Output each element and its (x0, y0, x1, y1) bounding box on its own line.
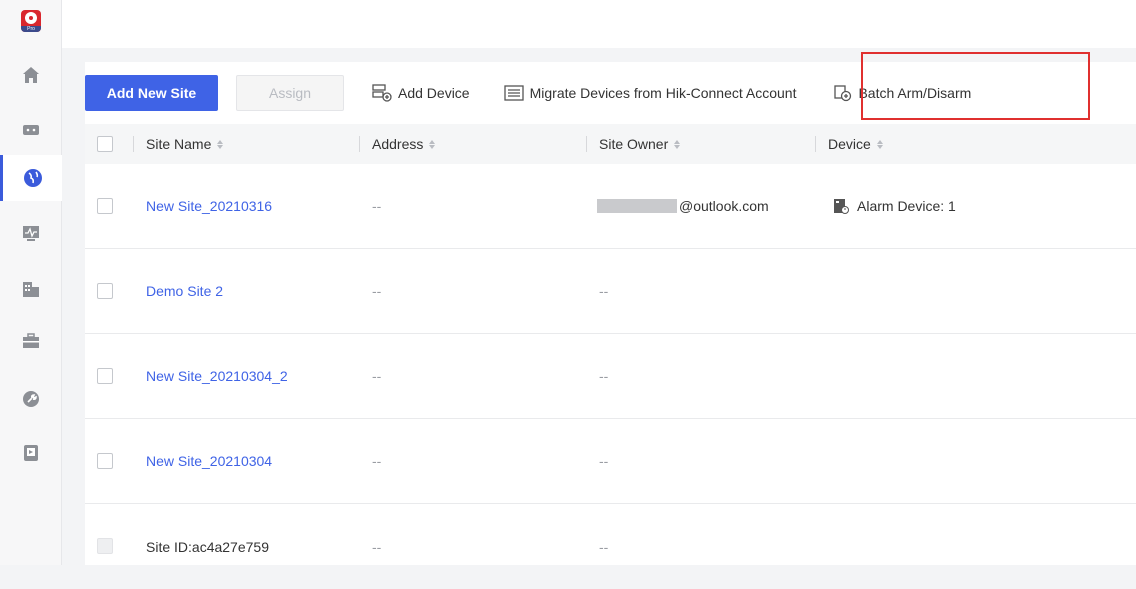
toolbox-icon (23, 333, 39, 348)
sort-icon[interactable] (674, 139, 681, 149)
device-icon (23, 125, 39, 135)
monitor-icon (23, 226, 39, 241)
column-header-label: Address (372, 136, 424, 152)
table-row[interactable]: Demo Site 2 -- -- (85, 249, 1136, 334)
logo-label: Pro (21, 26, 41, 32)
toolbar: Add New Site Assign Add Device Migrate D… (85, 75, 971, 111)
home-icon (23, 67, 39, 83)
top-bar (62, 0, 1136, 48)
site-owner-value: -- (599, 368, 609, 384)
sort-icon[interactable] (429, 139, 436, 149)
book-icon (24, 445, 38, 461)
app-logo: Pro (21, 10, 41, 32)
table-row[interactable]: New Site_20210304 -- -- (85, 419, 1136, 504)
row-checkbox-disabled (97, 538, 113, 554)
site-name-link[interactable]: New Site_20210304_2 (146, 334, 288, 418)
site-owner-value: -- (599, 538, 609, 555)
address-value: -- (372, 538, 382, 555)
column-header-device[interactable]: Device (815, 124, 883, 164)
batch-arm-icon (834, 85, 852, 102)
owner-email-suffix: @outlook.com (679, 198, 769, 214)
device-value[interactable]: Alarm Device: 1 (833, 164, 956, 248)
address-value: -- (372, 453, 382, 469)
address-value: -- (372, 368, 382, 384)
migrate-devices-button[interactable]: Migrate Devices from Hik-Connect Account (503, 75, 797, 111)
sidebar-item-devices[interactable] (0, 107, 62, 153)
sidebar-item-sites[interactable] (0, 155, 62, 201)
add-device-label: Add Device (398, 85, 470, 101)
add-new-site-button[interactable]: Add New Site (85, 75, 218, 111)
sidebar-item-monitor[interactable] (0, 210, 62, 256)
site-name-link[interactable]: Demo Site 2 (146, 249, 223, 333)
sort-icon[interactable] (876, 139, 883, 149)
add-device-button[interactable]: Add Device (372, 75, 470, 111)
table-header: Site Name Address Site Owner Device (85, 124, 1136, 164)
column-header-site-owner[interactable]: Site Owner (586, 124, 681, 164)
column-header-label: Site Owner (599, 136, 669, 152)
alarm-device-icon (834, 199, 849, 214)
row-checkbox[interactable] (97, 453, 113, 469)
sort-icon[interactable] (217, 139, 224, 149)
site-name-link[interactable]: New Site_20210304 (146, 419, 272, 503)
sidebar-item-home[interactable] (0, 52, 62, 98)
redacted-email (597, 199, 677, 213)
table-row[interactable]: New Site_20210316 -- @outlook.com Alarm … (85, 164, 1136, 249)
add-device-icon (372, 84, 392, 102)
sidebar-item-toolbox[interactable] (0, 318, 62, 364)
migrate-devices-label: Migrate Devices from Hik-Connect Account (529, 85, 797, 101)
address-value: -- (372, 283, 382, 299)
column-header-site-name[interactable]: Site Name (133, 124, 224, 164)
migrate-icon (503, 85, 524, 101)
sidebar-item-building[interactable] (0, 266, 62, 312)
table-row[interactable]: New Site_20210304_2 -- -- (85, 334, 1136, 419)
highlight-box (861, 52, 1090, 120)
site-owner-value: @outlook.com (597, 164, 769, 248)
assign-button[interactable]: Assign (236, 75, 344, 111)
select-all-checkbox[interactable] (97, 136, 113, 152)
wrench-icon (23, 391, 39, 407)
sidebar-item-guide[interactable] (0, 430, 62, 476)
column-header-label: Site Name (146, 136, 212, 152)
site-id-label: Site ID:ac4a27e759 (146, 538, 269, 555)
device-count-label: Alarm Device: 1 (857, 198, 956, 214)
globe-icon (23, 169, 42, 187)
row-checkbox[interactable] (97, 198, 113, 214)
table-row: Site ID:ac4a27e759 -- -- (85, 504, 1136, 589)
site-owner-value: -- (599, 453, 609, 469)
row-checkbox[interactable] (97, 368, 113, 384)
sidebar-item-maintenance[interactable] (0, 376, 62, 422)
site-owner-value: -- (599, 283, 609, 299)
site-name-link[interactable]: New Site_20210316 (146, 164, 272, 248)
column-header-address[interactable]: Address (359, 124, 436, 164)
address-value: -- (372, 198, 382, 214)
building-icon (23, 282, 39, 297)
row-checkbox[interactable] (97, 283, 113, 299)
column-header-label: Device (828, 136, 871, 152)
sidebar: Pro (0, 0, 62, 565)
